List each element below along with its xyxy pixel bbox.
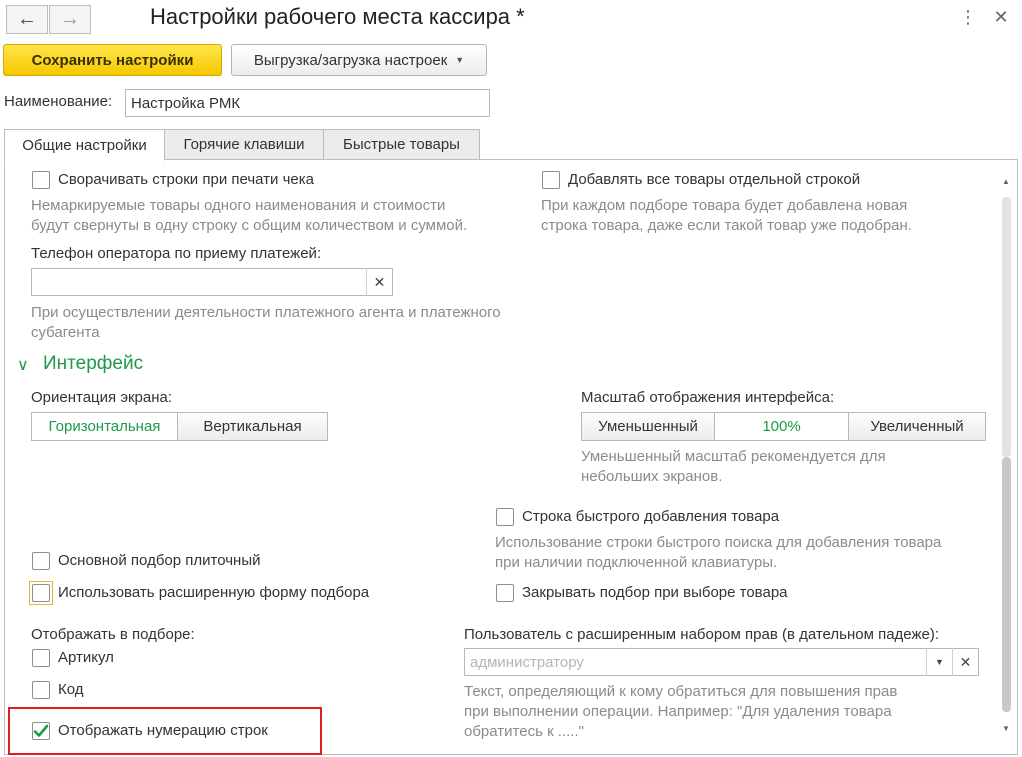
clear-phone-button[interactable]: ✕ [366,268,392,296]
collapse-rows-checkbox[interactable] [32,171,50,189]
user-rights-dropdown-button[interactable]: ▼ [926,648,952,676]
arrow-left-icon: ← [17,8,37,30]
chevron-down-icon[interactable]: ∨ [17,355,29,375]
row-numbering-checkbox[interactable] [32,722,50,740]
close-button[interactable]: ✕ [991,6,1011,28]
scale-100-option[interactable]: 100% [714,412,849,441]
scale-smaller-option[interactable]: Уменьшенный [581,412,715,441]
more-menu-button[interactable]: ⋮ [958,6,978,28]
tab-general[interactable]: Общие настройки [4,129,165,161]
checkmark-icon [33,724,49,737]
interface-section-title[interactable]: Интерфейс [43,353,143,375]
row-numbering-label: Отображать нумерацию строк [58,722,268,739]
separate-row-checkbox[interactable] [542,171,560,189]
separate-row-hint: При каждом подборе товара будет добавлен… [541,197,912,234]
forward-button[interactable]: → [49,5,91,34]
clear-icon: ✕ [959,653,972,670]
operator-phone-hint: При осуществлении деятельности платежног… [31,304,501,341]
user-rights-label: Пользователь с расширенным набором прав … [464,626,939,643]
vertical-scrollbar[interactable]: ▲ ▼ [1000,175,1014,740]
tab-quick-goods[interactable]: Быстрые товары [323,129,480,160]
export-import-button[interactable]: Выгрузка/загрузка настроек ▼ [231,44,487,76]
code-label: Код [58,681,84,698]
extended-form-label: Использовать расширенную форму подбора [58,584,370,601]
display-in-selection-label: Отображать в подборе: [31,626,195,643]
orientation-label: Ориентация экрана: [31,389,173,406]
quick-add-row-hint: Использование строки быстрого поиска для… [495,534,942,571]
user-rights-hint: Текст, определяющий к кому обратиться дл… [464,683,898,740]
name-input[interactable]: Настройка РМК [125,89,490,117]
close-icon: ✕ [993,6,1009,27]
scale-label: Масштаб отображения интерфейса: [581,389,835,406]
orientation-horizontal-option[interactable]: Горизонтальная [31,412,178,441]
article-checkbox[interactable] [32,649,50,667]
name-label: Наименование: [4,93,113,110]
quick-add-row-checkbox[interactable] [496,508,514,526]
back-button[interactable]: ← [6,5,48,34]
dropdown-arrow-icon: ▼ [935,657,944,667]
scroll-down-icon[interactable]: ▼ [1002,724,1010,733]
operator-phone-input[interactable] [31,268,393,296]
close-selection-label: Закрывать подбор при выборе товара [522,584,788,601]
collapse-rows-hint: Немаркируемые товары одного наименования… [31,197,468,234]
operator-phone-label: Телефон оператора по приему платежей: [31,245,322,262]
tile-selection-label: Основной подбор плиточный [58,552,261,569]
scale-larger-option[interactable]: Увеличенный [848,412,986,441]
user-rights-clear-button[interactable]: ✕ [952,648,978,676]
window-title: Настройки рабочего места кассира * [150,4,525,29]
collapse-rows-label: Сворачивать строки при печати чека [58,171,314,188]
scale-hint: Уменьшенный масштаб рекомендуется для не… [581,448,886,485]
close-selection-checkbox[interactable] [496,584,514,602]
tile-selection-checkbox[interactable] [32,552,50,570]
scroll-track-upper [1002,197,1011,457]
separate-row-label: Добавлять все товары отдельной строкой [568,171,861,188]
scroll-up-icon[interactable]: ▲ [1002,177,1010,186]
arrow-right-icon: → [60,8,80,30]
clear-icon: ✕ [373,273,386,290]
tab-hotkeys[interactable]: Горячие клавиши [164,129,324,160]
vertical-dots-icon: ⋮ [959,6,977,27]
user-rights-input[interactable]: администратору [464,648,979,676]
orientation-vertical-option[interactable]: Вертикальная [177,412,328,441]
quick-add-row-label: Строка быстрого добавления товара [522,508,780,525]
article-label: Артикул [58,649,114,666]
code-checkbox[interactable] [32,681,50,699]
extended-form-checkbox[interactable] [32,584,50,602]
scroll-thumb[interactable] [1002,457,1011,712]
dropdown-arrow-icon: ▼ [455,55,465,65]
save-settings-button[interactable]: Сохранить настройки [3,44,222,76]
